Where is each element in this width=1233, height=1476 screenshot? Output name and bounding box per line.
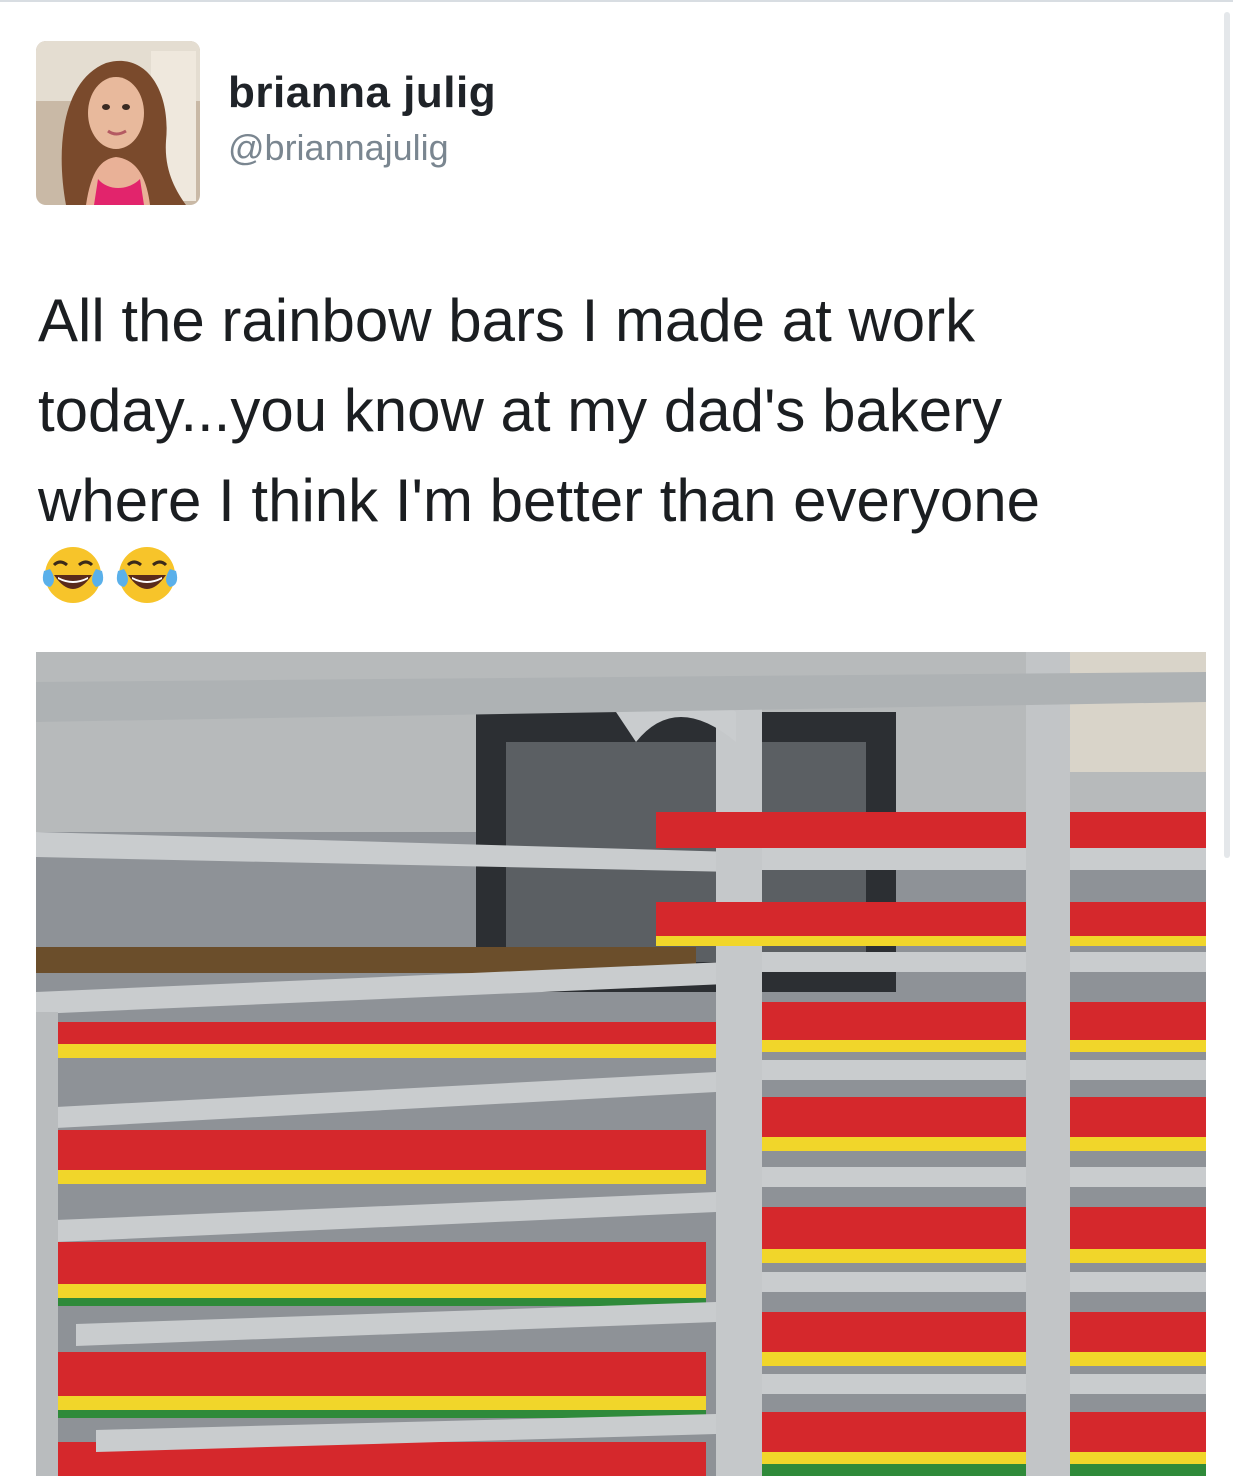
tweet-text: All the rainbow bars I made at work toda… — [38, 276, 1178, 546]
avatar[interactable] — [36, 41, 200, 205]
top-divider — [0, 0, 1233, 2]
face-with-tears-of-joy-icon — [42, 547, 104, 603]
user-handle[interactable]: @briannajulig — [228, 127, 449, 169]
emoji-row — [40, 541, 180, 607]
tweet-text-line: All the rainbow bars I made at work — [38, 287, 976, 354]
tweet-photo[interactable] — [36, 652, 1206, 1476]
tweet-text-line: where I think I'm better than everyone — [38, 467, 1040, 534]
tweet-text-line: today...you know at my dad's bakery — [38, 377, 1003, 444]
face-with-tears-of-joy-icon — [116, 547, 178, 603]
display-name[interactable]: brianna julig — [228, 68, 496, 118]
scrollbar[interactable] — [1224, 12, 1230, 858]
